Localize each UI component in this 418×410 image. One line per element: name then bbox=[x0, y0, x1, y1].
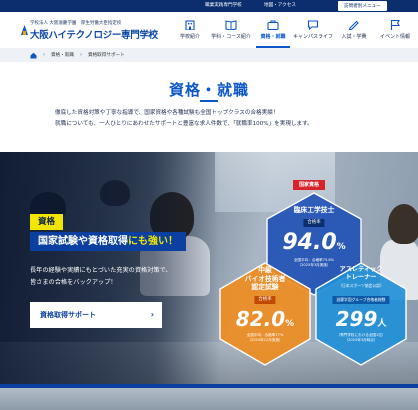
stat-number: 82.0 bbox=[235, 307, 286, 331]
visitor-menu-button[interactable]: 訪問者別メニュー bbox=[338, 1, 387, 11]
nav-label: 学科・コース紹介 bbox=[211, 34, 251, 40]
nav-admissions[interactable]: 入試・学費 bbox=[336, 12, 372, 48]
stat-number: 94.0 bbox=[282, 230, 337, 255]
logo-subtitle: 学校法人 大阪滋慶学園 厚生労働大臣指定校 bbox=[30, 21, 122, 26]
title-underline bbox=[200, 100, 218, 102]
global-nav: 学校紹介 学科・コース紹介 資格・就職 キャンパスライフ 入試・学費 イベント情… bbox=[174, 12, 418, 48]
stat-title-line-2: トレーナー bbox=[345, 274, 377, 281]
stat-title: 臨床工学技士 bbox=[293, 206, 335, 214]
stat-title-line-1: 中級 bbox=[258, 266, 272, 274]
page-title: 資格・就職 bbox=[168, 81, 249, 99]
nav-courses[interactable]: 学科・コース紹介 bbox=[206, 12, 256, 48]
nav-qualifications[interactable]: 資格・就職 bbox=[256, 12, 290, 48]
lead-line-1: 徹底した資格対策や丁寧な指導で、国家資格や各種試験も全国トップクラスの合格実績！ bbox=[55, 110, 279, 116]
hero-photo-person bbox=[388, 204, 418, 244]
nav-school-intro[interactable]: 学校紹介 bbox=[174, 12, 206, 48]
stat-title-line-3: 認定試験 bbox=[251, 283, 279, 291]
flag-icon bbox=[390, 19, 400, 30]
hero-text-line-2: 皆さまの合格をバックアップ！ bbox=[30, 279, 117, 286]
lead-line-2: 就職についても、一人ひとりにあわせたサポートと豊富な求人件数で、「就職率100%… bbox=[55, 121, 313, 127]
stat-title-line-2: バイオ技術者 bbox=[244, 274, 286, 283]
hero-text-line-1: 長年の経験や実績にもとづいた充実の資格対策で、 bbox=[30, 267, 172, 274]
breadcrumb-current: 資格取得サポート bbox=[87, 53, 125, 58]
hero-tag: 資格 bbox=[30, 214, 64, 230]
stat-badge: 合格率 bbox=[254, 296, 276, 304]
stat-value: 82.0% bbox=[219, 307, 311, 331]
home-icon[interactable] bbox=[30, 52, 37, 59]
nav-events[interactable]: イベント情報 bbox=[372, 12, 418, 48]
stat-badge: 合格率 bbox=[303, 219, 325, 227]
nav-campus-life[interactable]: キャンパスライフ bbox=[290, 12, 336, 48]
book-icon bbox=[225, 20, 237, 30]
stat-number: 299 bbox=[335, 307, 378, 331]
nav-label: イベント情報 bbox=[379, 34, 410, 40]
stat-note: （専門学校における全国1位） （2025年3月時点） bbox=[315, 333, 407, 343]
chevron-right-icon: › bbox=[79, 52, 82, 58]
stat-unit: 人 bbox=[377, 319, 387, 329]
stat-title-line-3: （日本スポーツ協会公認） bbox=[338, 283, 384, 288]
chevron-right-icon: › bbox=[43, 52, 45, 58]
nav-label: キャンパスライフ bbox=[292, 34, 333, 40]
link-vocational-school[interactable]: 職業実践専門学校 bbox=[205, 2, 242, 8]
hero-section: 資格 国家試験や資格取得にも強い！ 長年の経験や実績にもとづいた充実の資格対策で… bbox=[0, 152, 418, 384]
stat-hex-bio-technician[interactable]: 中級 バイオ技術者 認定試験 合格率 82.0% 全国平均：合格率77% （20… bbox=[219, 262, 311, 366]
building-icon bbox=[185, 20, 195, 30]
stat-category-tab: 国家資格 bbox=[293, 180, 326, 190]
site-header: 学校法人 大阪滋慶学園 厚生労働大臣指定校 大阪ハイテクノロジー専門学校 学校紹… bbox=[0, 12, 418, 48]
breadcrumb-item[interactable]: 資格・就職 bbox=[51, 52, 74, 58]
stat-unit: % bbox=[285, 319, 295, 329]
next-section-preview bbox=[0, 384, 418, 410]
stat-value: 94.0% bbox=[266, 230, 362, 255]
school-logo[interactable]: 学校法人 大阪滋慶学園 厚生労働大臣指定校 大阪ハイテクノロジー専門学校 bbox=[21, 20, 158, 41]
stat-title-line-1: アスレティック bbox=[339, 266, 383, 273]
hero-text: 長年の経験や実績にもとづいた充実の資格対策で、 皆さまの合格をバックアップ！ bbox=[30, 265, 220, 289]
stat-value: 299人 bbox=[315, 307, 407, 331]
stat-unit: % bbox=[336, 242, 346, 252]
button-label: 資格取得サポート bbox=[40, 311, 96, 319]
pencil-icon bbox=[348, 20, 359, 30]
stat-note-2: （2024年12月実施） bbox=[247, 338, 283, 342]
logo-name: 大阪ハイテクノロジー専門学校 bbox=[30, 30, 158, 41]
hero-headline-prefix: 国家試験や資格取得 bbox=[38, 236, 128, 247]
chevron-right-icon: › bbox=[150, 310, 154, 319]
stat-title: アスレティック トレーナー （日本スポーツ協会公認） bbox=[315, 266, 407, 290]
stat-hex-athletic-trainer[interactable]: アスレティック トレーナー （日本スポーツ協会公認） 滋慶学園グループ合格者総数… bbox=[315, 262, 407, 366]
stat-note: 全国平均：合格率77% （2024年12月実施） bbox=[219, 333, 311, 343]
stat-badge: 滋慶学園グループ合格者総数 bbox=[332, 296, 390, 304]
nav-label: 資格・就職 bbox=[260, 34, 286, 40]
breadcrumb: › 資格・就職 › 資格取得サポート bbox=[0, 48, 418, 62]
chat-icon bbox=[307, 20, 319, 30]
hero-headline-suffix: にも強い！ bbox=[128, 236, 178, 247]
section-divider bbox=[0, 384, 418, 388]
utility-bar: 職業実践専門学校 地図・アクセス 訪問者別メニュー bbox=[0, 0, 418, 12]
link-map-access[interactable]: 地図・アクセス bbox=[264, 2, 296, 8]
hero-headline: 国家試験や資格取得にも強い！ bbox=[30, 232, 186, 251]
stat-note-2: （2025年3月時点） bbox=[344, 338, 378, 342]
qualification-support-button[interactable]: 資格取得サポート › bbox=[30, 302, 162, 328]
briefcase-icon bbox=[267, 20, 279, 30]
stat-title: 中級 バイオ技術者 認定試験 bbox=[219, 266, 311, 292]
logo-mark-icon bbox=[21, 25, 28, 35]
nav-label: 入試・学費 bbox=[341, 34, 367, 40]
nav-label: 学校紹介 bbox=[179, 34, 200, 40]
page-lead: 徹底した資格対策や丁寧な指導で、国家資格や各種試験も全国トップクラスの合格実績！… bbox=[55, 108, 365, 130]
